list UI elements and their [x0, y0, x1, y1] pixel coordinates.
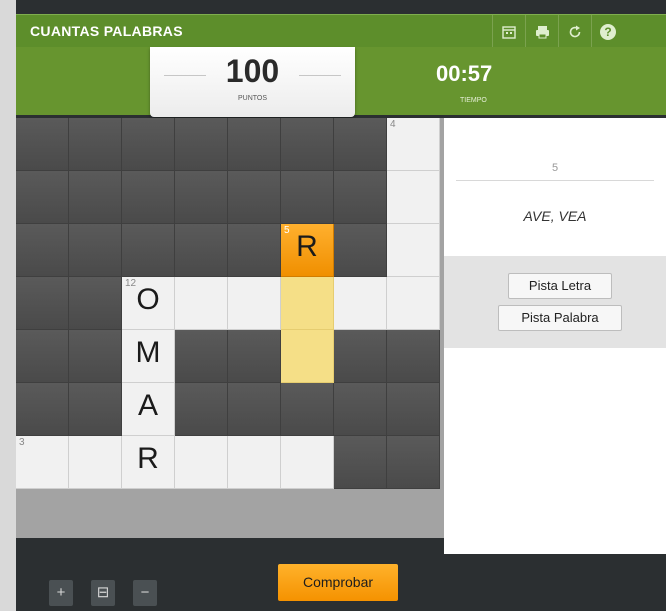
grid-cell — [122, 118, 175, 171]
zoom-out-button[interactable]: − — [133, 580, 157, 606]
grid-cell — [175, 171, 228, 224]
grid-cell — [175, 224, 228, 277]
grid-cell[interactable] — [281, 330, 334, 383]
grid-cell — [228, 118, 281, 171]
cell-number: 3 — [19, 437, 25, 448]
clue-number: 5 — [551, 162, 559, 174]
left-edge — [0, 0, 16, 611]
hint-word-button[interactable]: Pista Palabra — [498, 305, 622, 331]
grid-cell — [281, 383, 334, 436]
app-window: CUANTAS PALABRAS ? 100 PUNTOS 00:57 TIEM… — [0, 0, 666, 611]
grid-cell — [334, 436, 387, 489]
grid-cell[interactable]: A — [122, 383, 175, 436]
grid-cell — [334, 171, 387, 224]
grid-cell — [228, 171, 281, 224]
grid-cell[interactable] — [387, 171, 440, 224]
zoom-in-button[interactable]: + — [49, 580, 73, 606]
grid-cell[interactable] — [281, 277, 334, 330]
cell-number: 4 — [390, 119, 396, 130]
grid-cell — [69, 224, 122, 277]
zoom-reset-button[interactable]: ⊟ — [91, 580, 115, 606]
cell-letter: O — [136, 283, 160, 316]
footer-bar: + ⊟ − Comprobar — [16, 554, 666, 611]
grid-cell — [69, 330, 122, 383]
grid-cell[interactable]: M — [122, 330, 175, 383]
hint-letter-button[interactable]: Pista Letra — [508, 273, 612, 299]
grid-cell — [122, 224, 175, 277]
print-icon[interactable] — [525, 15, 558, 48]
help-glyph: ? — [600, 23, 616, 40]
clue-divider — [456, 180, 654, 181]
grid-cell[interactable] — [387, 277, 440, 330]
score-card: 100 PUNTOS — [150, 47, 355, 117]
grid-cell[interactable] — [175, 436, 228, 489]
timer-label: TIEMPO — [460, 97, 487, 104]
grid-cell — [228, 330, 281, 383]
grid-cell — [228, 383, 281, 436]
grid-cell[interactable]: 3 — [16, 436, 69, 489]
grid-cell[interactable]: 12 O — [122, 277, 175, 330]
grid-cell[interactable] — [334, 277, 387, 330]
grid-cell — [69, 277, 122, 330]
grid-cell — [69, 118, 122, 171]
grid-cell[interactable] — [228, 277, 281, 330]
grid-cell — [281, 118, 334, 171]
grid-cell — [334, 330, 387, 383]
grid-cell[interactable] — [228, 436, 281, 489]
grid-cell[interactable] — [69, 436, 122, 489]
grid-cell — [16, 277, 69, 330]
clue-panel: 5 AVE, VEA Pista Letra Pista Palabra — [444, 118, 666, 554]
grid-cell — [69, 383, 122, 436]
grid-cell — [69, 171, 122, 224]
grid-cell — [334, 224, 387, 277]
hint-box: Pista Letra Pista Palabra — [444, 256, 666, 348]
grid-cell — [175, 118, 228, 171]
cell-letter: M — [135, 336, 161, 369]
grid-cell[interactable] — [175, 277, 228, 330]
calendar-icon[interactable] — [492, 15, 525, 48]
timer-value: 00:57 — [436, 61, 493, 86]
grid-cell — [16, 330, 69, 383]
grid-cell[interactable]: R — [122, 436, 175, 489]
crossword-board: 4 5 R 12 O M A 3 R — [16, 118, 444, 538]
score-label: PUNTOS — [237, 95, 268, 102]
grid-cell[interactable]: 4 — [387, 118, 440, 171]
grid-cell — [334, 383, 387, 436]
grid-cell — [175, 330, 228, 383]
grid-cell — [387, 436, 440, 489]
score-bar: 100 PUNTOS 00:57 TIEMPO — [16, 47, 666, 117]
cell-letter: A — [137, 389, 158, 422]
score-value: 100 — [225, 53, 280, 89]
grid-cell — [334, 118, 387, 171]
title-bar: CUANTAS PALABRAS ? — [16, 14, 666, 48]
grid-cell — [228, 224, 281, 277]
restart-icon[interactable] — [558, 15, 591, 48]
grid-cell — [16, 224, 69, 277]
grid-cell — [16, 171, 69, 224]
grid-cell[interactable] — [281, 436, 334, 489]
grid-cell — [281, 171, 334, 224]
check-button[interactable]: Comprobar — [278, 564, 398, 601]
cell-letter: R — [137, 442, 159, 475]
app-title: CUANTAS PALABRAS — [30, 23, 183, 39]
grid-cell[interactable]: 5R — [281, 224, 334, 277]
help-icon[interactable]: ? — [591, 15, 624, 48]
grid-cell — [387, 330, 440, 383]
grid-cell — [387, 383, 440, 436]
grid-cell — [16, 118, 69, 171]
cell-letter: R — [296, 230, 318, 263]
clue-text: AVE, VEA — [523, 208, 587, 224]
grid-cell — [16, 383, 69, 436]
grid-cell — [122, 171, 175, 224]
grid-cell[interactable] — [387, 224, 440, 277]
grid-cell — [175, 383, 228, 436]
